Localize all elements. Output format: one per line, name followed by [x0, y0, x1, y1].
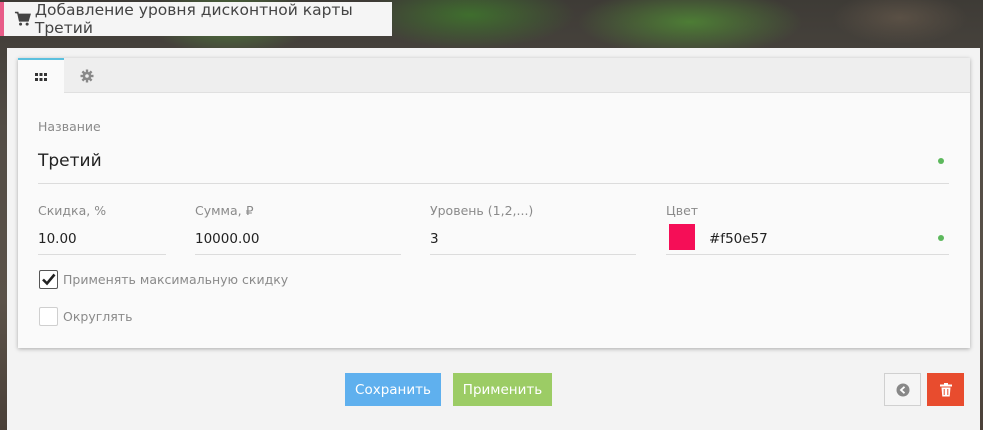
level-underline: [430, 254, 636, 255]
round-checkbox[interactable]: [39, 307, 58, 326]
sum-label: Сумма, ₽: [195, 203, 254, 218]
tab-settings[interactable]: [64, 58, 110, 93]
tab-bar: [18, 58, 970, 94]
level-input[interactable]: 3: [430, 231, 439, 247]
max-discount-label: Применять максимальную скидку: [63, 272, 289, 287]
main-panel: Название Третий Скидка, % 10.00 Сумма, ₽…: [7, 48, 980, 430]
discount-input[interactable]: 10.00: [38, 231, 77, 247]
name-underline: [38, 183, 949, 184]
shopping-cart-icon: [14, 11, 31, 26]
discount-label: Скидка, %: [38, 203, 107, 218]
max-discount-checkbox[interactable]: [39, 270, 58, 289]
color-input[interactable]: #f50e57: [709, 231, 768, 247]
name-status-dot: [938, 158, 944, 164]
color-swatch[interactable]: [669, 224, 695, 250]
discount-underline: [38, 254, 166, 255]
level-label: Уровень (1,2,...): [430, 203, 534, 218]
arrow-left-circle-icon: [896, 383, 909, 396]
name-input[interactable]: Третий: [38, 151, 102, 171]
grid-icon: [35, 72, 47, 81]
color-status-dot: [938, 235, 944, 241]
gear-icon: [80, 69, 94, 82]
save-button[interactable]: Сохранить: [345, 373, 441, 406]
page-title-bar: Добавление уровня дисконтной карты Трети…: [0, 1, 392, 37]
checkmark-icon: [42, 273, 56, 286]
form-card: Название Третий Скидка, % 10.00 Сумма, ₽…: [18, 58, 970, 348]
color-label: Цвет: [666, 203, 699, 218]
delete-button[interactable]: [927, 373, 964, 406]
sum-underline: [195, 254, 401, 255]
name-label: Название: [38, 119, 101, 134]
sum-input[interactable]: 10000.00: [195, 231, 259, 247]
page-title: Добавление уровня дисконтной карты Трети…: [34, 1, 353, 37]
back-button[interactable]: [884, 373, 921, 406]
round-label: Округлять: [63, 309, 133, 324]
apply-button[interactable]: Применить: [453, 373, 552, 406]
trash-icon: [939, 382, 952, 396]
tab-main[interactable]: [18, 58, 64, 94]
color-underline: [666, 254, 949, 255]
